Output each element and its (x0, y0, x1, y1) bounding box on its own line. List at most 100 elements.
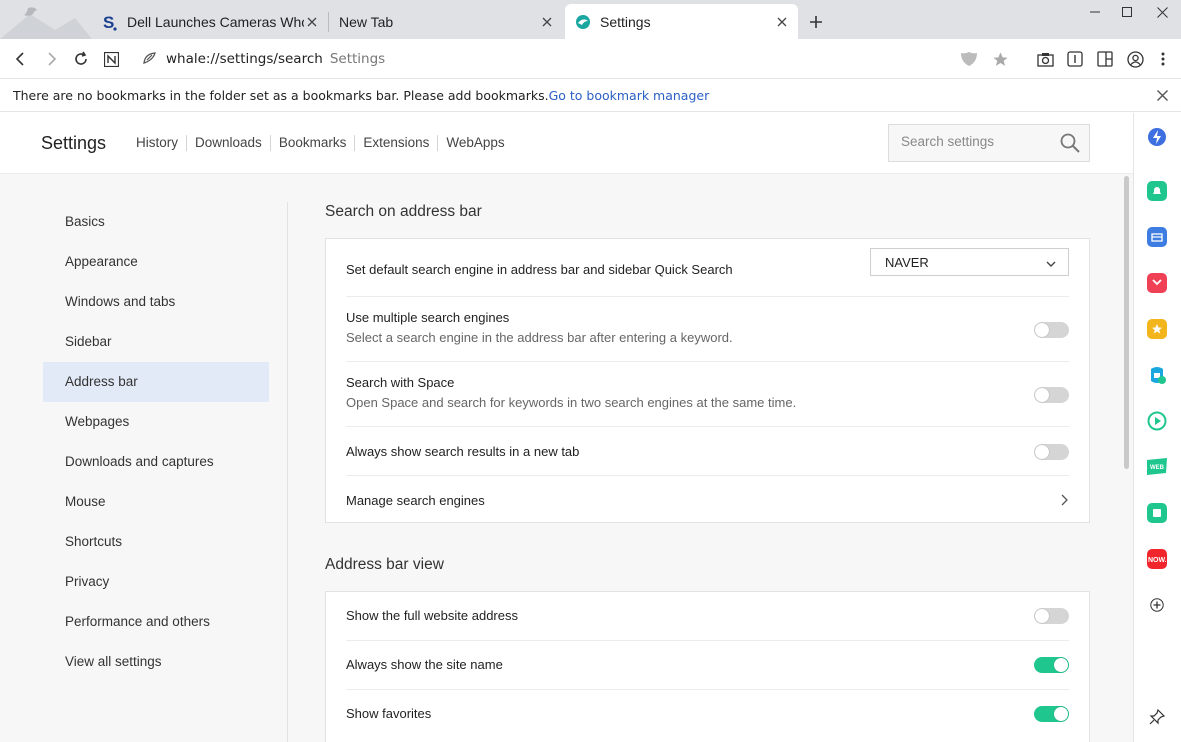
sidebar-item-shortcuts[interactable]: Shortcuts (43, 522, 269, 562)
tab-title: Dell Launches Cameras Whose (127, 13, 304, 30)
site-name-row: Always show the site name (346, 641, 1069, 690)
profile-icon[interactable] (1124, 48, 1146, 70)
search-with-space-desc: Open Space and search for keywords in tw… (346, 395, 797, 410)
sidebar-item-privacy[interactable]: Privacy (43, 562, 269, 602)
whale-logo (0, 0, 92, 39)
sidebar-item-webpages[interactable]: Webpages (43, 402, 269, 442)
sidebar-item-sidebar[interactable]: Sidebar (43, 322, 269, 362)
webapps-link[interactable]: WebApps (437, 135, 512, 151)
bookmark-manager-link[interactable]: Go to bookmark manager (549, 88, 710, 103)
downloads-link[interactable]: Downloads (186, 135, 270, 151)
sidebar-item-downloads-and-captures[interactable]: Downloads and captures (43, 442, 269, 482)
scrollbar[interactable] (1124, 176, 1129, 469)
back-button[interactable] (10, 48, 32, 70)
manage-engines-row[interactable]: Manage search engines (346, 476, 1069, 522)
webtoon-icon[interactable]: WEB (1146, 456, 1168, 478)
favorites-label: Show favorites (346, 706, 432, 721)
shield-icon[interactable] (958, 48, 980, 70)
bookmark-bar: There are no bookmarks in the folder set… (0, 78, 1181, 112)
add-sidebar-icon[interactable] (1146, 594, 1168, 616)
pocket-icon[interactable] (1146, 272, 1168, 294)
search-engine-select[interactable]: NAVER (870, 248, 1069, 276)
multiple-engines-toggle[interactable] (1034, 322, 1069, 338)
manage-engines-label: Manage search engines (346, 493, 485, 508)
sidebar-item-address-bar[interactable]: Address bar (43, 362, 269, 402)
tab-title: New Tab (339, 13, 394, 30)
wallet-icon[interactable] (1146, 226, 1168, 248)
favorites-toggle[interactable] (1034, 706, 1069, 722)
sidebar-item-view-all[interactable]: View all settings (43, 642, 269, 682)
tab-softpedia[interactable]: S Dell Launches Cameras Whose (92, 4, 328, 39)
bookmarks-link[interactable]: Bookmarks (269, 135, 355, 151)
reader-icon[interactable] (1064, 48, 1086, 70)
full-address-label: Show the full website address (346, 608, 518, 623)
default-engine-label: Set default search engine in address bar… (346, 262, 733, 277)
close-icon[interactable] (304, 14, 320, 30)
close-icon[interactable] (1155, 88, 1169, 102)
settings-header: Settings History Downloads Bookmarks Ext… (0, 113, 1133, 174)
tab-title: Settings (600, 13, 651, 30)
tab-settings[interactable]: Settings (565, 4, 798, 39)
history-link[interactable]: History (128, 135, 186, 151)
translate-icon[interactable] (1146, 364, 1168, 386)
bookmark-bar-message: There are no bookmarks in the folder set… (13, 88, 709, 103)
softpedia-s-icon: S (102, 13, 118, 31)
search-settings-box (888, 124, 1090, 162)
chevron-right-icon (1059, 493, 1069, 507)
bookmark-empty-text: There are no bookmarks in the folder set… (13, 88, 549, 103)
tab-new-tab[interactable]: New Tab (329, 4, 563, 39)
sidebar-item-windows-and-tabs[interactable]: Windows and tabs (43, 282, 269, 322)
extensions-link[interactable]: Extensions (354, 135, 437, 151)
now-icon[interactable]: NOW. (1146, 548, 1168, 570)
tab-strip: S Dell Launches Cameras Whose New Tab Se… (0, 0, 1181, 39)
settings-sidebar: Basics Appearance Windows and tabs Sideb… (43, 202, 269, 682)
sidebar-item-mouse[interactable]: Mouse (43, 482, 269, 522)
search-with-space-row: Search with Space Open Space and search … (346, 362, 1069, 427)
play-icon[interactable] (1146, 410, 1168, 432)
reload-button[interactable] (70, 48, 92, 70)
maximize-button[interactable] (1110, 0, 1144, 24)
search-icon[interactable] (1060, 133, 1080, 153)
favorites-star-icon[interactable] (1146, 318, 1168, 340)
sidebar-item-appearance[interactable]: Appearance (43, 242, 269, 282)
window-close-button[interactable] (1145, 0, 1179, 24)
multiple-engines-desc: Select a search engine in the address ba… (346, 330, 733, 345)
chevron-down-icon (1045, 257, 1057, 269)
multiple-engines-row: Use multiple search engines Select a sea… (346, 297, 1069, 362)
settings-main: Basics Appearance Windows and tabs Sideb… (0, 174, 1133, 742)
search-with-space-label: Search with Space (346, 375, 455, 390)
new-tab-row: Always show search results in a new tab (346, 427, 1069, 476)
line-app-icon[interactable] (1146, 502, 1168, 524)
header-links: History Downloads Bookmarks Extensions W… (128, 135, 513, 151)
default-engine-row: Set default search engine in address bar… (346, 239, 1069, 297)
sidebar-divider (287, 202, 288, 742)
search-input[interactable] (901, 134, 1051, 149)
full-address-row: Show the full website address (346, 592, 1069, 641)
lightning-icon[interactable] (1146, 126, 1168, 148)
search-with-space-toggle[interactable] (1034, 387, 1069, 403)
new-tab-toggle[interactable] (1034, 444, 1069, 460)
close-icon[interactable] (774, 14, 790, 30)
star-icon[interactable] (989, 48, 1011, 70)
sidebar-item-basics[interactable]: Basics (43, 202, 269, 242)
section-title-view: Address bar view (325, 556, 444, 573)
split-view-icon[interactable] (1094, 48, 1116, 70)
minimize-button[interactable] (1078, 0, 1112, 24)
notification-bell-icon[interactable] (1146, 180, 1168, 202)
toolbar: whale://settings/search Settings (0, 39, 1181, 78)
site-name-toggle[interactable] (1034, 657, 1069, 673)
address-bar[interactable]: whale://settings/search Settings (142, 48, 385, 70)
forward-button[interactable] (40, 48, 62, 70)
new-tab-button[interactable] (806, 12, 826, 32)
search-engine-value: NAVER (885, 255, 929, 270)
camera-icon[interactable] (1034, 48, 1056, 70)
section-title-search: Search on address bar (325, 203, 482, 220)
site-name-label: Always show the site name (346, 657, 503, 672)
sidebar-item-performance[interactable]: Performance and others (43, 602, 269, 642)
menu-icon[interactable] (1152, 48, 1174, 70)
full-address-toggle[interactable] (1034, 608, 1069, 624)
close-icon[interactable] (539, 14, 555, 30)
pin-icon[interactable] (1146, 706, 1168, 728)
url-text: whale://settings/search (166, 51, 323, 67)
naver-home-icon[interactable] (100, 48, 122, 70)
